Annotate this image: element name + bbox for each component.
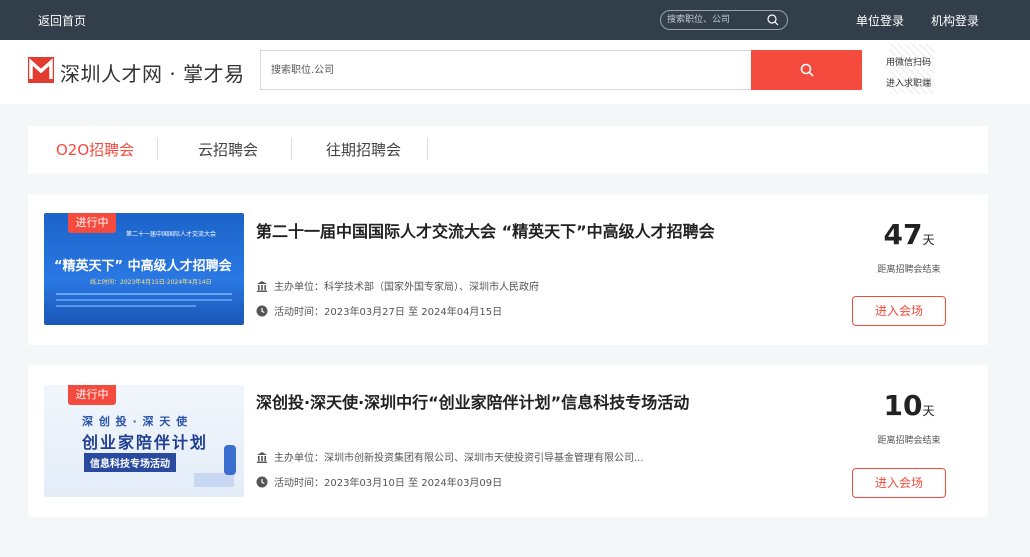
qr-line2: 进入求职端 — [886, 79, 932, 89]
organizer-text: 主办单位：科学技术部（国家外国专家局）、深圳市人民政府 — [274, 282, 539, 293]
status-badge: 进行中 — [68, 385, 116, 405]
home-link[interactable]: 返回首页 — [38, 12, 86, 29]
poster-decor-line — [56, 305, 196, 307]
fair-title[interactable]: 第二十一届中国国际人才交流大会 “精英天下”中高级人才招聘会 — [256, 218, 715, 242]
tab-divider — [157, 138, 158, 160]
qr-code: 用微信扫码 进入求职端 — [880, 44, 940, 96]
days-caption: 距离招聘会结束 — [877, 436, 941, 446]
poster-line3: 信息科技专场活动 — [84, 453, 176, 472]
search-icon — [800, 63, 814, 77]
organizer-row: 主办单位：科学技术部（国家外国专家局）、深圳市人民政府 — [256, 278, 539, 293]
days-remaining: 10天 — [864, 389, 954, 422]
fair-poster[interactable]: 进行中 深 创 投 · 深 天 使 创业家陪伴计划 信息科技专场活动 — [44, 385, 244, 497]
tab-cloud[interactable]: 云招聘会 — [198, 139, 258, 160]
search-icon[interactable] — [767, 14, 779, 29]
poster-line1: 深 创 投 · 深 天 使 — [82, 415, 189, 428]
main-search-input[interactable] — [260, 50, 751, 90]
tab-divider — [427, 138, 428, 160]
poster-line2: 创业家陪伴计划 — [82, 433, 209, 452]
clock-icon — [256, 476, 268, 487]
days-unit: 天 — [922, 404, 935, 418]
time-text: 活动时间：2023年03月10日 至 2024年03月09日 — [274, 478, 503, 489]
search-button[interactable] — [751, 50, 862, 90]
poster-illustration — [224, 445, 236, 475]
poster-line3: 线上时间：2023年4月15日-2024年4月14日 — [90, 279, 212, 286]
logo-icon[interactable] — [28, 57, 54, 83]
days-number: 10 — [883, 389, 923, 422]
logo-text[interactable]: 深圳人才网 · 掌才易 — [60, 58, 245, 87]
fair-tabs: O2O招聘会 云招聘会 往期招聘会 — [28, 126, 988, 174]
days-caption: 距离招聘会结束 — [877, 265, 941, 275]
building-icon — [257, 280, 267, 292]
tab-past[interactable]: 往期招聘会 — [326, 139, 401, 160]
top-search-input[interactable] — [667, 13, 763, 27]
poster-line1: 第二十一届中国国际人才交流大会 — [126, 231, 217, 238]
org-login-link[interactable]: 机构登录 — [931, 12, 979, 29]
qr-line1: 用微信扫码 — [886, 58, 932, 68]
days-number: 47 — [883, 218, 923, 251]
clock-icon — [256, 305, 268, 316]
poster-illustration — [194, 473, 234, 487]
enter-venue-button[interactable]: 进入会场 — [852, 468, 946, 498]
building-icon — [257, 451, 267, 463]
header: 深圳人才网 · 掌才易 用微信扫码 进入求职端 — [0, 40, 1030, 104]
days-unit: 天 — [922, 233, 935, 247]
poster-decor-line — [56, 299, 232, 301]
time-row: 活动时间：2023年03月10日 至 2024年03月09日 — [256, 474, 502, 489]
tab-o2o[interactable]: O2O招聘会 — [56, 139, 134, 160]
poster-decor-line — [56, 293, 232, 295]
main-search — [260, 50, 862, 90]
time-text: 活动时间：2023年03月27日 至 2024年04月15日 — [274, 307, 503, 318]
poster-line2: “精英天下” 中高级人才招聘会 — [54, 259, 232, 274]
fair-card: 进行中 深 创 投 · 深 天 使 创业家陪伴计划 信息科技专场活动 深创投·深… — [28, 365, 988, 517]
status-badge: 进行中 — [68, 213, 116, 233]
top-bar: 返回首页 单位登录 机构登录 — [0, 0, 1030, 40]
top-search-box[interactable] — [660, 10, 788, 30]
time-row: 活动时间：2023年03月27日 至 2024年04月15日 — [256, 303, 502, 318]
fair-card: 进行中 第二十一届中国国际人才交流大会 “精英天下” 中高级人才招聘会 线上时间… — [28, 194, 988, 345]
fair-poster[interactable]: 进行中 第二十一届中国国际人才交流大会 “精英天下” 中高级人才招聘会 线上时间… — [44, 213, 244, 325]
organizer-text: 主办单位：深圳市创新投资集团有限公司、深圳市天使投资引导基金管理有限公司... — [274, 453, 644, 464]
fair-title[interactable]: 深创投·深天使·深圳中行“创业家陪伴计划”信息科技专场活动 — [256, 389, 689, 413]
days-remaining: 47天 — [864, 218, 954, 251]
tab-divider — [291, 138, 292, 160]
unit-login-link[interactable]: 单位登录 — [856, 12, 904, 29]
organizer-row: 主办单位：深圳市创新投资集团有限公司、深圳市天使投资引导基金管理有限公司... — [256, 449, 644, 464]
enter-venue-button[interactable]: 进入会场 — [852, 296, 946, 326]
